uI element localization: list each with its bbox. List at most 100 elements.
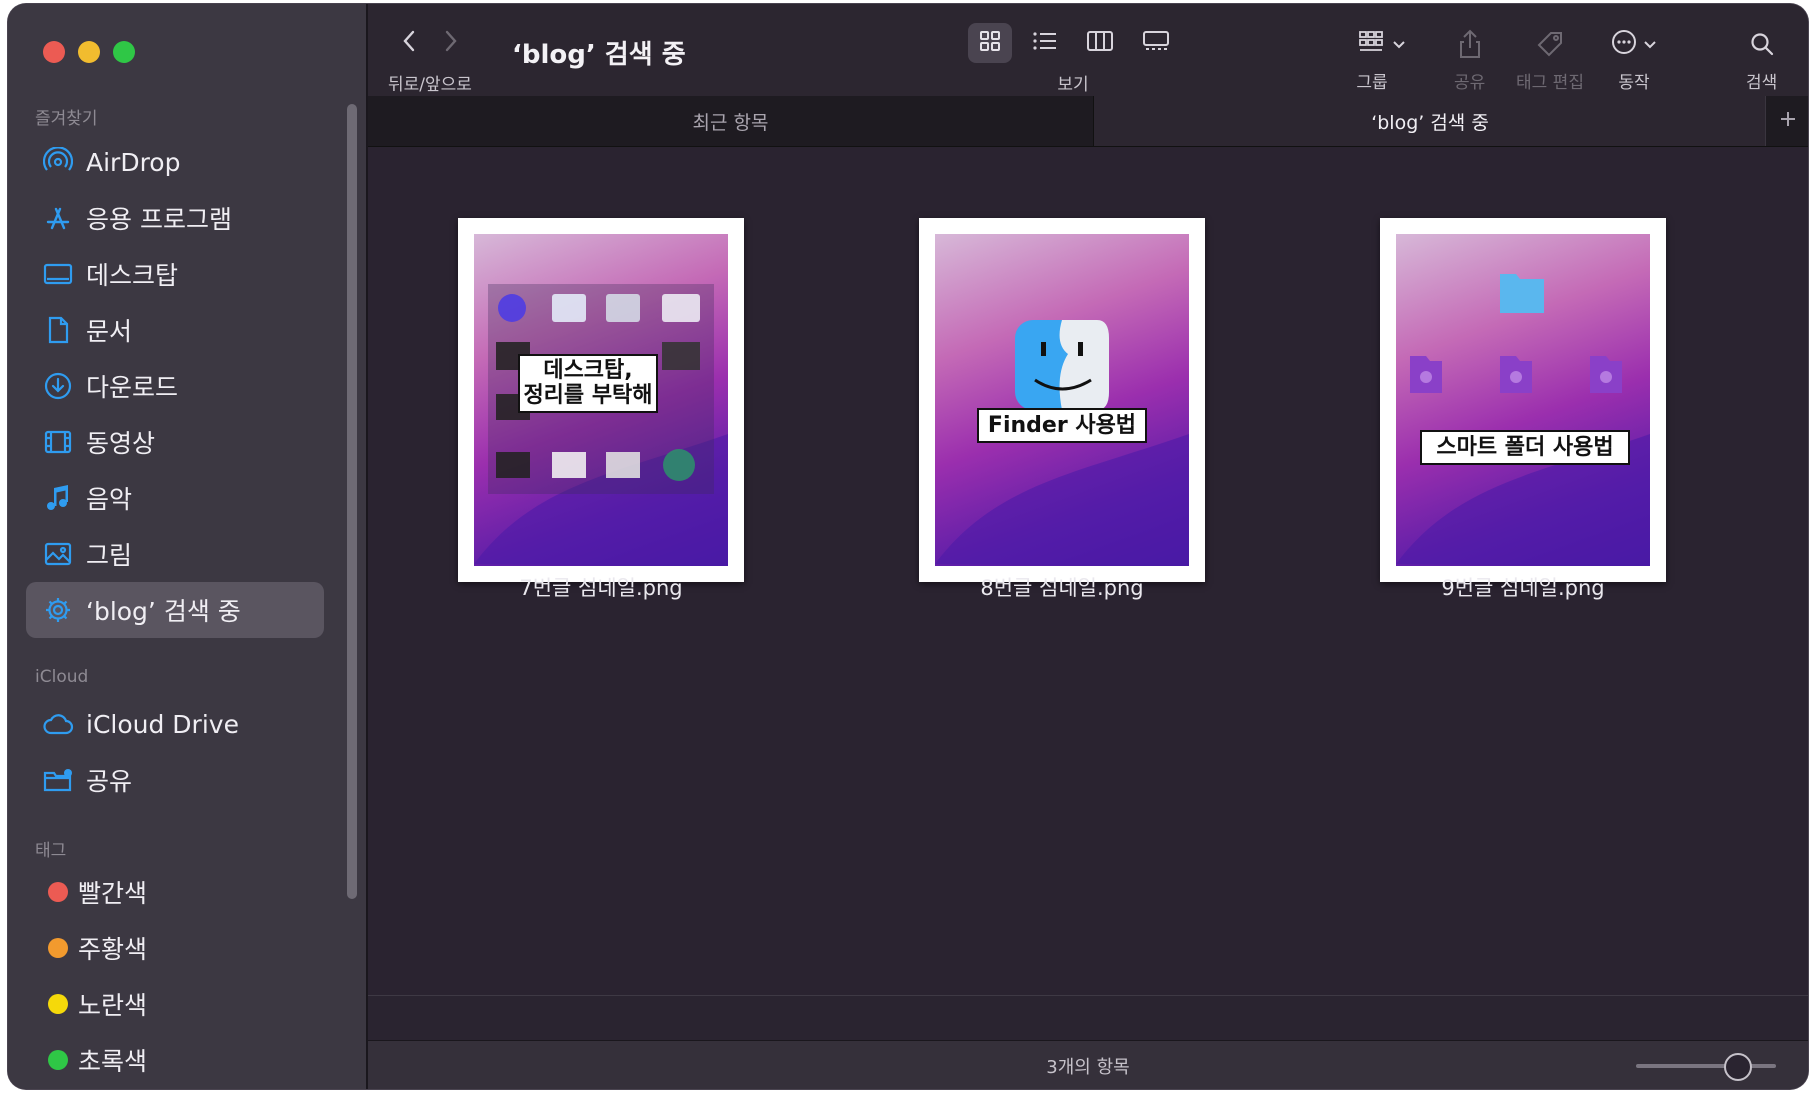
group-label: 그룹: [1356, 73, 1388, 93]
sidebar-item-label: 데스크탑: [86, 261, 179, 290]
group-grid-icon: [1358, 30, 1384, 58]
new-tab-button[interactable]: [1765, 96, 1808, 146]
icloud-section-label: iCloud: [35, 667, 89, 687]
caption-line: 정리를 부탁해: [523, 383, 653, 409]
file-name-label[interactable]: 7번글 섬네일.png: [451, 572, 751, 602]
share-button[interactable]: 공유: [1454, 26, 1485, 93]
movies-icon: [38, 422, 78, 462]
sidebar-item-label: 초록색: [78, 1047, 148, 1076]
list-view-icon[interactable]: [1024, 23, 1066, 63]
favorites-section-label: 즐겨찾기: [35, 109, 98, 129]
action-label: 동작: [1618, 73, 1650, 93]
search-button[interactable]: 검색: [1746, 26, 1777, 93]
yellow-tag-dot-icon: [48, 994, 68, 1014]
sidebar-tag-yellow[interactable]: 노란색: [26, 976, 324, 1032]
file-name-label[interactable]: 8번글 섬네일.png: [912, 572, 1212, 602]
finder-face-icon: [1015, 320, 1109, 410]
window-controls: [43, 41, 135, 63]
finder-window: 즐겨찾기 AirDrop 응용 프로그램 데스크탑 문서 다운로드 동영상 음악…: [8, 4, 1808, 1089]
gallery-view-icon[interactable]: [1134, 23, 1178, 63]
toolbar: 뒤로/앞으로 ‘blog’ 검색 중 보기 그룹 공유 태그 편집 동작 검색: [368, 4, 1808, 96]
file-thumbnail[interactable]: 데스크탑, 정리를 부탁해: [458, 218, 744, 582]
sidebar-tag-green[interactable]: 초록색: [26, 1032, 324, 1088]
search-label: 검색: [1746, 73, 1778, 93]
pictures-icon: [38, 534, 78, 574]
sidebar-item-label: 동영상: [86, 429, 156, 458]
sidebar-item-movies[interactable]: 동영상: [26, 414, 324, 470]
thumbnail-image: 스마트 폴더 사용법: [1396, 234, 1650, 566]
sidebar-item-airdrop[interactable]: AirDrop: [26, 134, 324, 190]
minimize-window-button[interactable]: [78, 41, 100, 63]
file-icon-grid: 데스크탑, 정리를 부탁해 7번글 섬네일.png Finder 사용법 8번글…: [368, 147, 1808, 996]
sidebar-item-downloads[interactable]: 다운로드: [26, 358, 324, 414]
tab-bar: 최근 항목 ‘blog’ 검색 중: [368, 96, 1808, 147]
sidebar: 즐겨찾기 AirDrop 응용 프로그램 데스크탑 문서 다운로드 동영상 음악…: [8, 4, 368, 1089]
file-name-label[interactable]: 9번글 섬네일.png: [1373, 572, 1673, 602]
thumbnail-caption: 데스크탑, 정리를 부탁해: [518, 354, 658, 413]
sidebar-item-label: 다운로드: [86, 373, 179, 402]
group-control[interactable]: 그룹: [1356, 26, 1406, 93]
icloud-icon: [38, 704, 78, 744]
share-label: 공유: [1454, 73, 1486, 93]
thumbnail-caption: Finder 사용법: [977, 408, 1147, 444]
sidebar-item-label: iCloud Drive: [86, 709, 239, 739]
thumbnail-image: Finder 사용법: [935, 234, 1189, 566]
sidebar-item-label: ‘blog’ 검색 중: [86, 597, 241, 626]
document-icon: [38, 310, 78, 350]
sidebar-item-label: 문서: [86, 317, 133, 346]
orange-tag-dot-icon: [48, 938, 68, 958]
sidebar-item-blog-search[interactable]: ‘blog’ 검색 중: [26, 582, 324, 638]
column-view-icon[interactable]: [1078, 23, 1122, 63]
smart-folder-gear-icon: [38, 590, 78, 630]
file-thumbnail[interactable]: 스마트 폴더 사용법: [1380, 218, 1666, 582]
sidebar-tag-red[interactable]: 빨간색: [26, 864, 324, 920]
action-menu[interactable]: 동작: [1611, 26, 1657, 93]
sidebar-item-icloud-drive[interactable]: iCloud Drive: [26, 696, 324, 752]
edit-tags-button[interactable]: 태그 편집: [1516, 26, 1584, 93]
view-label: 보기: [1057, 75, 1089, 95]
sidebar-item-label: 그림: [86, 541, 133, 570]
sidebar-item-label: 빨간색: [78, 879, 148, 908]
back-chevron-icon[interactable]: [400, 29, 418, 57]
plus-icon: [1778, 109, 1798, 134]
green-tag-dot-icon: [48, 1050, 68, 1070]
sidebar-item-label: 공유: [86, 767, 133, 796]
sidebar-scrollbar[interactable]: [347, 104, 357, 899]
download-icon: [38, 366, 78, 406]
sidebar-item-shared[interactable]: 공유: [26, 752, 324, 808]
chevron-down-icon: [1643, 35, 1657, 54]
music-icon: [38, 478, 78, 518]
red-tag-dot-icon: [48, 882, 68, 902]
forward-chevron-icon[interactable]: [442, 29, 460, 57]
sidebar-item-pictures[interactable]: 그림: [26, 526, 324, 582]
sidebar-tag-orange[interactable]: 주황색: [26, 920, 324, 976]
sidebar-item-documents[interactable]: 문서: [26, 302, 324, 358]
nav-label: 뒤로/앞으로: [388, 75, 472, 95]
thumbnail-caption: 스마트 폴더 사용법: [1420, 430, 1630, 466]
sidebar-item-music[interactable]: 음악: [26, 470, 324, 526]
tags-section-label: 태그: [35, 841, 67, 861]
view-control[interactable]: 보기: [968, 22, 1178, 95]
chevron-down-icon: [1392, 35, 1406, 54]
slider-knob[interactable]: [1724, 1053, 1752, 1081]
sidebar-item-label: 노란색: [78, 991, 148, 1020]
zoom-window-button[interactable]: [113, 41, 135, 63]
icon-view-grid-icon[interactable]: [968, 23, 1012, 63]
path-bar-divider: [368, 995, 1808, 996]
share-icon: [1458, 26, 1482, 62]
back-forward-control[interactable]: 뒤로/앞으로: [388, 26, 472, 95]
close-window-button[interactable]: [43, 41, 65, 63]
icon-size-slider[interactable]: [1636, 1053, 1776, 1081]
sidebar-item-label: 응용 프로그램: [86, 205, 232, 234]
search-icon: [1749, 26, 1775, 62]
thumbnail-image: 데스크탑, 정리를 부탁해: [474, 234, 728, 566]
item-count: 3개의 항목: [1046, 1056, 1130, 1078]
airdrop-icon: [38, 142, 78, 182]
sidebar-item-applications[interactable]: 응용 프로그램: [26, 190, 324, 246]
sidebar-item-desktop[interactable]: 데스크탑: [26, 246, 324, 302]
sidebar-item-label: 음악: [86, 485, 133, 514]
file-thumbnail[interactable]: Finder 사용법: [919, 218, 1205, 582]
tab-recents[interactable]: 최근 항목: [368, 96, 1093, 146]
tab-blog-search[interactable]: ‘blog’ 검색 중: [1093, 96, 1766, 146]
shared-folder-icon: [38, 760, 78, 800]
